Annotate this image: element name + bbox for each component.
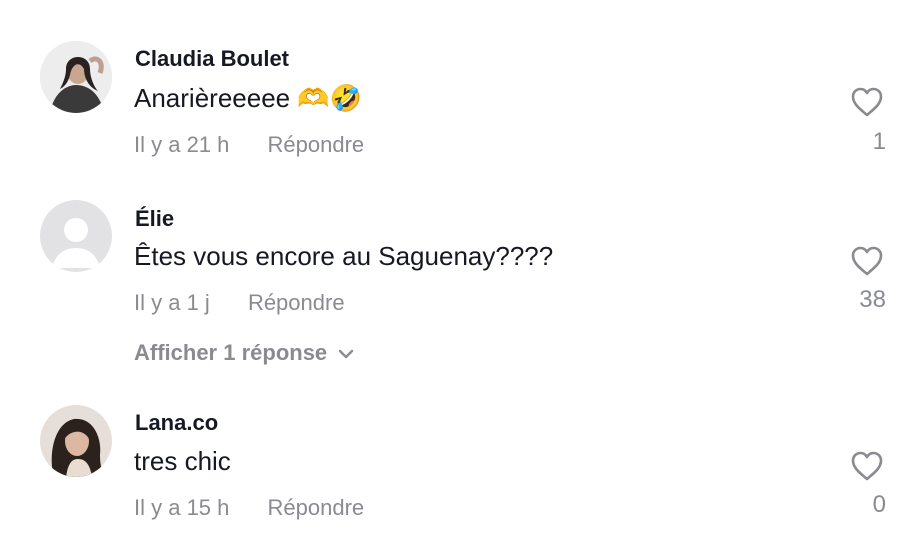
reply-button[interactable]: Répondre	[248, 290, 345, 315]
reply-button[interactable]: Répondre	[268, 132, 365, 157]
comment-text-content: Anarièreeeee 🫶🤣	[134, 83, 363, 113]
comment-username[interactable]: Lana.co	[135, 410, 218, 436]
like-count: 1	[872, 128, 886, 155]
comment-text: Êtes vous encore au Saguenay????	[134, 241, 554, 271]
comment-meta: Il y a 1 j Répondre	[134, 290, 345, 316]
like-count: 38	[859, 286, 886, 313]
avatar[interactable]	[40, 200, 112, 272]
comment-time: Il y a 15 h	[134, 495, 230, 520]
comment-text: tres chic	[134, 446, 231, 476]
heart-outline-icon[interactable]	[850, 450, 884, 482]
avatar[interactable]	[40, 405, 112, 477]
view-replies-label: Afficher 1 réponse	[134, 340, 328, 365]
view-replies-button[interactable]: Afficher 1 réponse	[134, 340, 355, 366]
heart-outline-icon[interactable]	[850, 86, 884, 118]
chevron-down-icon	[338, 349, 354, 359]
heart-outline-icon[interactable]	[850, 245, 884, 277]
avatar[interactable]	[40, 41, 112, 113]
default-avatar-icon	[40, 200, 112, 272]
reply-button[interactable]: Répondre	[268, 495, 365, 520]
comment-meta: Il y a 15 h Répondre	[134, 495, 364, 521]
comment-username[interactable]: Élie	[135, 206, 174, 232]
comment-time: Il y a 21 h	[134, 132, 230, 157]
comment-username[interactable]: Claudia Boulet	[135, 46, 289, 72]
comment-meta: Il y a 21 h Répondre	[134, 132, 364, 158]
comment-text: Anarièreeeee 🫶🤣	[134, 83, 362, 114]
like-count: 0	[872, 491, 886, 518]
comment-time: Il y a 1 j	[134, 290, 210, 315]
